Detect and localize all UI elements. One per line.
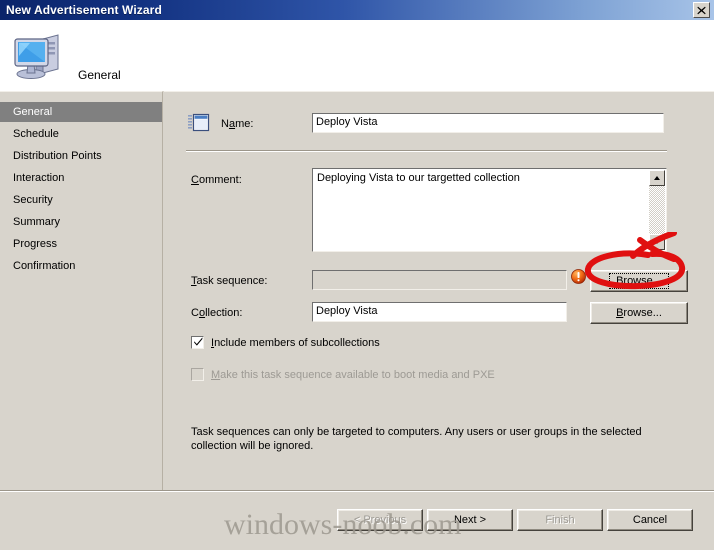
check-icon	[194, 337, 203, 346]
header-separator	[186, 150, 667, 152]
title-bar: New Advertisement Wizard	[0, 0, 714, 21]
help-text-line-2: collection will be ignored.	[191, 440, 314, 452]
wizard-header: General	[0, 21, 714, 91]
collection-browse-label: Browse...	[616, 307, 662, 319]
close-icon[interactable]	[693, 2, 710, 18]
sidebar-item-security[interactable]: Security	[0, 190, 162, 210]
finish-button-label: Finish	[545, 514, 575, 526]
collection-browse-button[interactable]: Browse...	[590, 302, 688, 324]
sidebar-item-general[interactable]: General	[0, 102, 162, 122]
window-title: New Advertisement Wizard	[6, 3, 162, 17]
error-exclamation-icon	[571, 269, 586, 284]
sidebar-item-summary[interactable]: Summary	[0, 212, 162, 232]
computer-icon	[12, 29, 66, 81]
close-glyph	[697, 6, 706, 14]
comment-text: Deploying Vista to our targetted collect…	[317, 172, 520, 184]
finish-button: Finish	[517, 509, 603, 531]
sidebar-item-progress[interactable]: Progress	[0, 234, 162, 254]
wizard-main-panel: Name: Deploy Vista Comment: Deploying Vi…	[164, 91, 714, 490]
previous-button: < Previous	[337, 509, 423, 531]
collection-label: Collection:	[191, 307, 243, 319]
include-subcollections-row[interactable]: Include members of subcollections	[191, 336, 380, 349]
next-button[interactable]: Next >	[427, 509, 513, 531]
new-advertisement-wizard-dialog: New Advertisement Wizard General General…	[0, 0, 714, 550]
wizard-footer: < Previous Next > Finish Cancel	[0, 490, 714, 550]
scroll-up-icon[interactable]	[649, 170, 665, 186]
comment-label: Comment:	[191, 174, 242, 186]
name-label: Name:	[221, 118, 254, 130]
advertisement-window-icon	[188, 113, 210, 133]
task-sequence-input[interactable]	[312, 270, 567, 290]
collection-input[interactable]: Deploy Vista	[312, 302, 567, 322]
page-title: General	[78, 68, 121, 82]
boot-media-pxe-label: Make this task sequence available to boo…	[211, 368, 495, 381]
wizard-sidebar: General Schedule Distribution Points Int…	[0, 91, 163, 490]
sidebar-item-confirmation[interactable]: Confirmation	[0, 256, 162, 276]
next-button-label: Next >	[453, 514, 487, 526]
boot-media-pxe-checkbox	[191, 368, 204, 381]
previous-button-label: < Previous	[353, 514, 407, 526]
sidebar-item-distribution-points[interactable]: Distribution Points	[0, 146, 162, 166]
cancel-button-label: Cancel	[632, 514, 668, 526]
comment-textarea[interactable]: Deploying Vista to our targetted collect…	[312, 168, 667, 252]
sidebar-item-schedule[interactable]: Schedule	[0, 124, 162, 144]
cancel-button[interactable]: Cancel	[607, 509, 693, 531]
help-text-line-1: Task sequences can only be targeted to c…	[191, 426, 642, 438]
help-text: Task sequences can only be targeted to c…	[191, 425, 691, 453]
task-sequence-browse-label: Browse...	[609, 273, 669, 289]
scroll-down-icon[interactable]	[649, 234, 665, 250]
task-sequence-label: Task sequence:	[191, 275, 268, 287]
task-sequence-browse-button[interactable]: Browse...	[590, 270, 688, 292]
sidebar-item-interaction[interactable]: Interaction	[0, 168, 162, 188]
include-subcollections-checkbox[interactable]	[191, 336, 204, 349]
boot-media-pxe-row: Make this task sequence available to boo…	[191, 368, 495, 381]
comment-scrollbar[interactable]	[649, 170, 665, 250]
name-input[interactable]: Deploy Vista	[312, 113, 664, 133]
include-subcollections-label: Include members of subcollections	[211, 336, 380, 349]
